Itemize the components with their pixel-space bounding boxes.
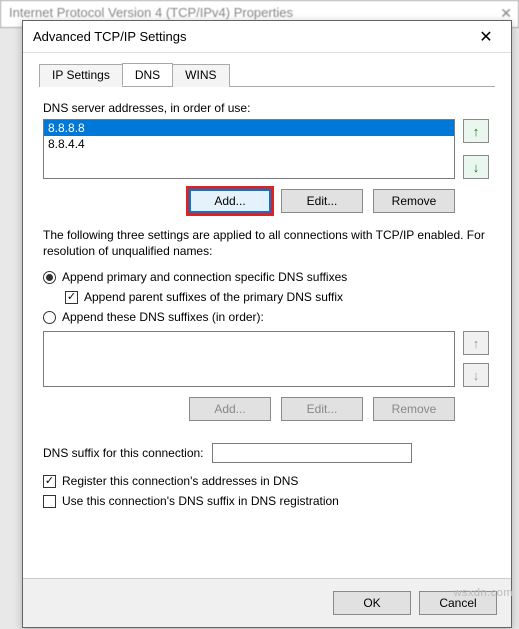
- add-suffix-button[interactable]: Add...: [189, 397, 271, 421]
- checkbox-icon: ✓: [43, 475, 56, 488]
- add-dns-server-button[interactable]: Add...: [189, 189, 271, 213]
- suffix-move-up-button[interactable]: ↑: [463, 331, 489, 355]
- tab-strip: IP Settings DNS WINS: [39, 63, 495, 87]
- suffix-move-down-button[interactable]: ↓: [463, 363, 489, 387]
- edit-suffix-button[interactable]: Edit...: [281, 397, 363, 421]
- checkbox-label: Append parent suffixes of the primary DN…: [84, 290, 343, 304]
- tab-wins[interactable]: WINS: [172, 64, 229, 87]
- watermark-text: wsxdn.com: [453, 587, 513, 599]
- radio-label: Append these DNS suffixes (in order):: [62, 310, 264, 324]
- arrow-down-icon: ↓: [473, 368, 480, 383]
- list-item[interactable]: 8.8.8.8: [44, 120, 454, 136]
- dns-suffixes-listbox[interactable]: [43, 331, 455, 387]
- dialog-footer: OK Cancel: [23, 578, 511, 627]
- close-button[interactable]: ✕: [471, 27, 501, 47]
- check-register-dns[interactable]: ✓ Register this connection's addresses i…: [43, 474, 491, 488]
- explanation-text: The following three settings are applied…: [43, 227, 491, 259]
- remove-suffix-button[interactable]: Remove: [373, 397, 455, 421]
- checkbox-label: Register this connection's addresses in …: [62, 474, 298, 488]
- dns-suffix-field-label: DNS suffix for this connection:: [43, 446, 204, 460]
- checkbox-icon: ✓: [65, 291, 78, 304]
- tab-ip-settings[interactable]: IP Settings: [39, 64, 123, 87]
- check-append-parent[interactable]: ✓ Append parent suffixes of the primary …: [65, 290, 491, 304]
- advanced-tcpip-dialog: Advanced TCP/IP Settings ✕ IP Settings D…: [22, 20, 512, 628]
- arrow-up-icon: ↑: [473, 336, 480, 351]
- edit-dns-server-button[interactable]: Edit...: [281, 189, 363, 213]
- arrow-up-icon: ↑: [473, 124, 480, 139]
- checkbox-label: Use this connection's DNS suffix in DNS …: [62, 494, 339, 508]
- radio-append-primary[interactable]: Append primary and connection specific D…: [43, 270, 491, 284]
- dns-servers-listbox[interactable]: 8.8.8.8 8.8.4.4: [43, 119, 455, 179]
- move-up-button[interactable]: ↑: [463, 119, 489, 143]
- parent-dialog-title: Internet Protocol Version 4 (TCP/IPv4) P…: [9, 5, 293, 20]
- ok-button[interactable]: OK: [333, 591, 411, 615]
- dns-suffix-input[interactable]: [212, 443, 412, 463]
- radio-icon: [43, 311, 56, 324]
- remove-dns-server-button[interactable]: Remove: [373, 189, 455, 213]
- radio-icon: [43, 271, 56, 284]
- check-use-suffix-registration[interactable]: Use this connection's DNS suffix in DNS …: [43, 494, 491, 508]
- checkbox-icon: [43, 495, 56, 508]
- move-down-button[interactable]: ↓: [463, 155, 489, 179]
- dialog-title: Advanced TCP/IP Settings: [33, 29, 186, 44]
- radio-label: Append primary and connection specific D…: [62, 270, 347, 284]
- titlebar: Advanced TCP/IP Settings ✕: [23, 21, 511, 53]
- tab-dns[interactable]: DNS: [122, 63, 173, 86]
- radio-append-these[interactable]: Append these DNS suffixes (in order):: [43, 310, 491, 324]
- list-item[interactable]: 8.8.4.4: [44, 136, 454, 152]
- dns-servers-label: DNS server addresses, in order of use:: [43, 101, 491, 115]
- arrow-down-icon: ↓: [473, 160, 480, 175]
